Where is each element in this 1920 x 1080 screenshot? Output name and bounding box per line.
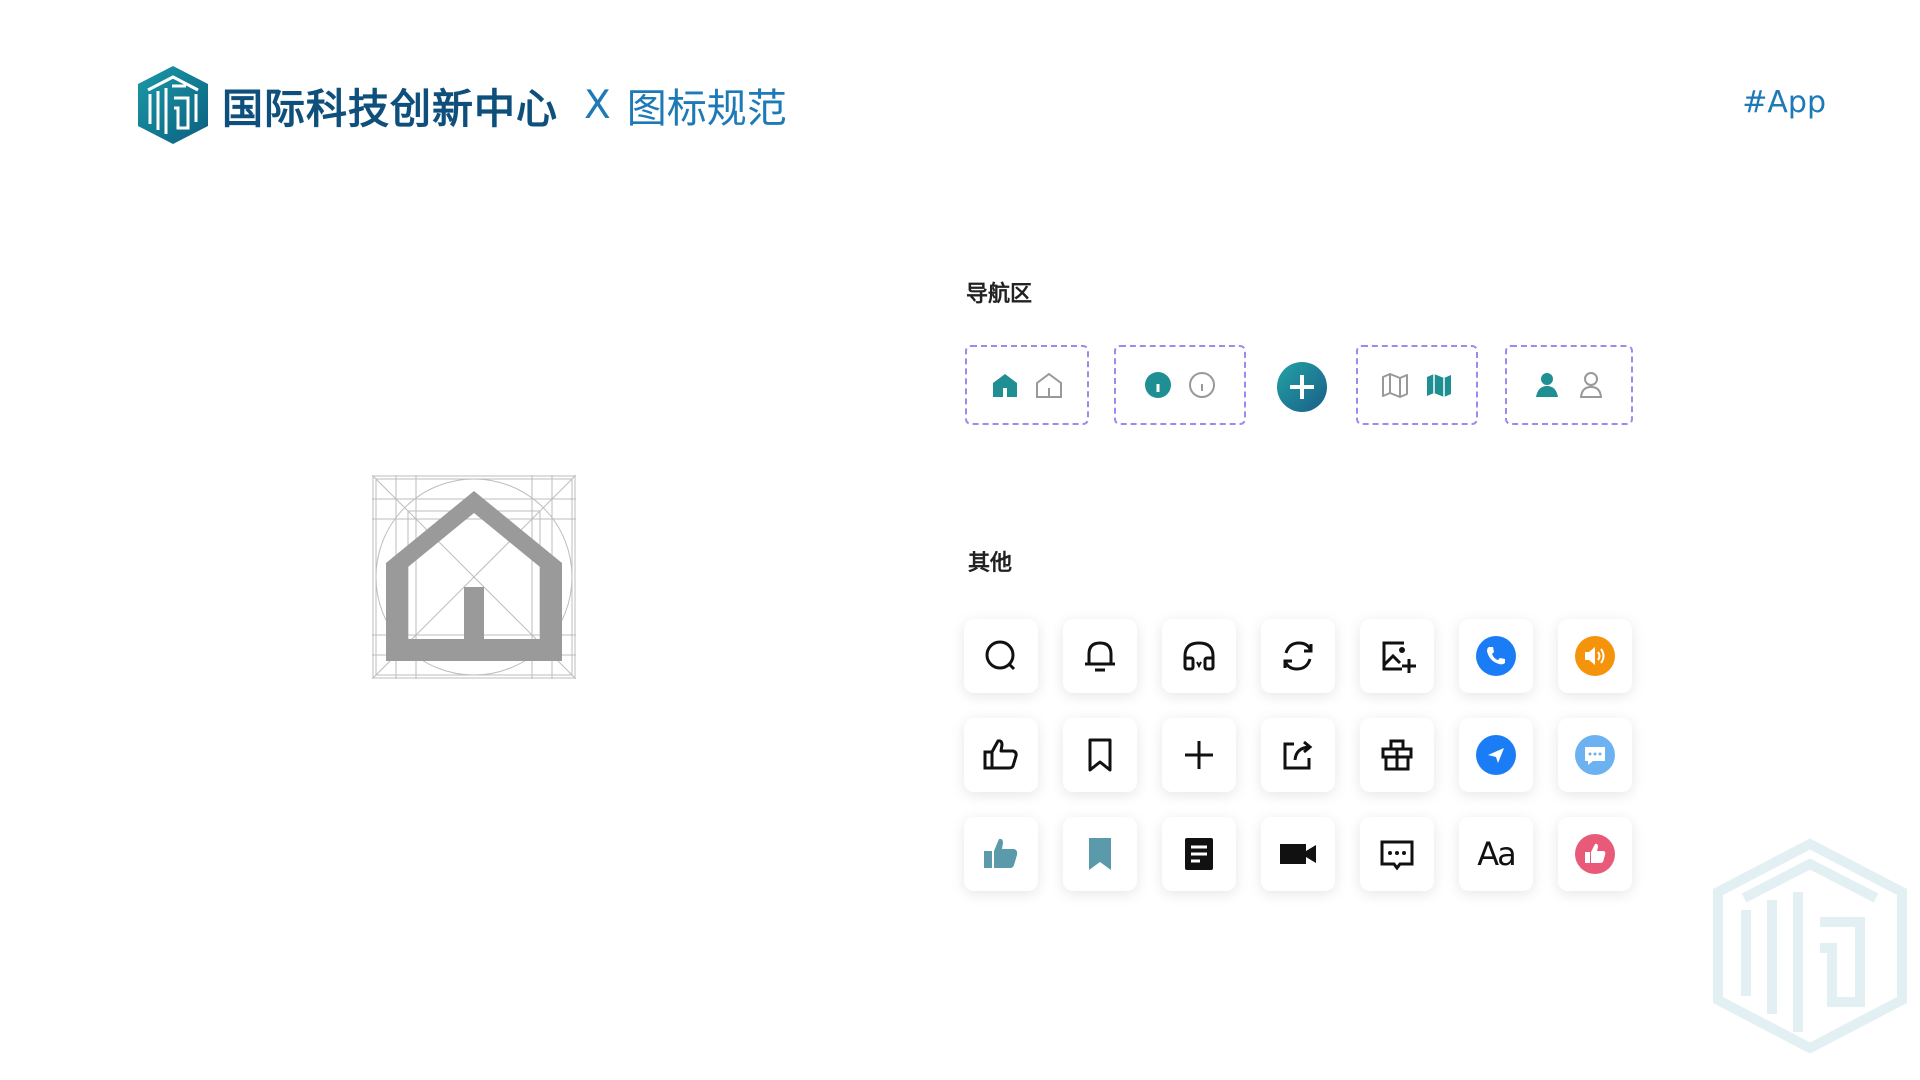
search-icon <box>985 640 1016 671</box>
share-tile[interactable] <box>1261 718 1335 792</box>
nav-group-user <box>1505 345 1633 425</box>
plus-tile[interactable] <box>1162 718 1236 792</box>
map-outline-icon[interactable] <box>1380 370 1410 400</box>
brand-name: 国际科技创新中心 <box>222 85 558 133</box>
video-camera-icon <box>1280 844 1316 864</box>
map-filled-icon[interactable] <box>1424 370 1454 400</box>
like-circle-tile[interactable] <box>1558 817 1632 891</box>
comment-box-icon <box>1380 840 1414 871</box>
volume-icon <box>1575 636 1615 676</box>
volume-tile[interactable] <box>1558 619 1632 693</box>
title-separator: X <box>584 82 611 128</box>
thumbs-up-outline-icon <box>983 739 1018 770</box>
thumbs-up-filled-tile[interactable] <box>964 817 1038 891</box>
chat-icon <box>1575 735 1615 775</box>
phone-tile[interactable] <box>1459 619 1533 693</box>
nav-section-title: 导航区 <box>966 282 1033 307</box>
home-outline-icon[interactable] <box>1034 370 1064 400</box>
refresh-tile[interactable] <box>1261 619 1335 693</box>
icon-grid-demo <box>372 475 576 679</box>
send-tile[interactable] <box>1459 718 1533 792</box>
font-size-tile[interactable]: Aa <box>1459 817 1533 891</box>
search-tile[interactable] <box>964 619 1038 693</box>
nav-group-map <box>1356 345 1478 425</box>
logo-icon <box>138 66 208 144</box>
thumbs-up-filled-icon <box>984 838 1018 868</box>
video-camera-tile[interactable] <box>1261 817 1335 891</box>
headphones-tile[interactable] <box>1162 619 1236 693</box>
gift-tile[interactable] <box>1360 718 1434 792</box>
home-filled-icon[interactable] <box>990 370 1020 400</box>
image-add-icon <box>1382 641 1416 673</box>
bookmark-outline-tile[interactable] <box>1063 718 1137 792</box>
gift-icon <box>1381 739 1413 771</box>
bell-icon <box>1085 641 1115 672</box>
document-icon <box>1185 838 1213 870</box>
send-icon <box>1476 735 1516 775</box>
nav-group-discover <box>1114 345 1246 425</box>
user-filled-icon[interactable] <box>1532 370 1562 400</box>
font-size-icon: Aa <box>1477 835 1516 873</box>
user-outline-icon[interactable] <box>1576 370 1606 400</box>
other-section-title: 其他 <box>968 551 1013 576</box>
bookmark-outline-icon <box>1088 738 1112 772</box>
refresh-icon <box>1283 641 1313 671</box>
bookmark-filled-tile[interactable] <box>1063 817 1137 891</box>
thumbs-up-outline-tile[interactable] <box>964 718 1038 792</box>
bookmark-filled-icon <box>1089 838 1111 870</box>
image-add-tile[interactable] <box>1360 619 1434 693</box>
like-circle-icon <box>1575 834 1615 874</box>
platform-tag: #App <box>1742 85 1826 120</box>
nav-group-home <box>965 345 1089 425</box>
page-title: 图标规范 <box>626 86 787 132</box>
add-circle-icon[interactable] <box>1276 361 1328 413</box>
chat-tile[interactable] <box>1558 718 1632 792</box>
comment-box-tile[interactable] <box>1360 817 1434 891</box>
page-header: 国际科技创新中心 X 图标规范 <box>136 62 787 148</box>
bell-tile[interactable] <box>1063 619 1137 693</box>
document-tile[interactable] <box>1162 817 1236 891</box>
watermark-logo-icon <box>1713 838 1907 1054</box>
info-filled-icon[interactable] <box>1143 370 1173 400</box>
headphones-icon <box>1183 641 1215 671</box>
share-icon <box>1283 740 1313 770</box>
phone-icon <box>1476 636 1516 676</box>
plus-icon <box>1185 741 1213 769</box>
info-outline-icon[interactable] <box>1187 370 1217 400</box>
